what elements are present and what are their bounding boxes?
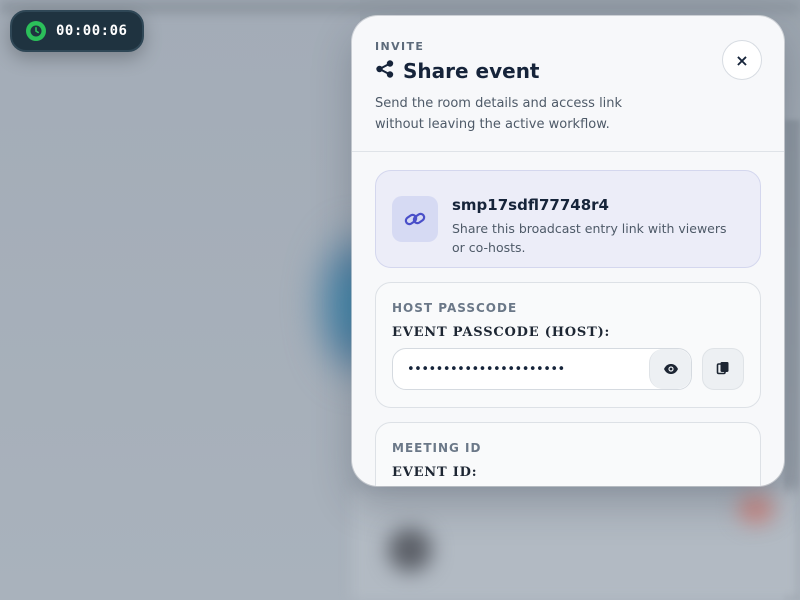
background-blurred-button [388,528,432,572]
close-icon: × [735,50,749,70]
host-passcode-section: HOST PASSCODE EVENT PASSCODE (HOST): [375,282,761,408]
dialog-eyebrow: INVITE [375,40,425,53]
dialog-title: Share event [403,59,540,83]
dialog-title-row: Share event [375,59,762,83]
event-link-description: Share this broadcast entry link with vie… [452,221,727,255]
meeting-id-label: EVENT ID: [392,465,478,480]
background-left-panel [0,0,360,600]
meeting-id-section: MEETING ID EVENT ID: [375,422,761,486]
share-link-card[interactable]: smp17sdfl77748r4 Share this broadcast en… [375,170,761,268]
meeting-id-title: MEETING ID [392,441,482,455]
host-passcode-title: HOST PASSCODE [392,301,518,315]
host-passcode-input[interactable] [393,349,643,389]
dialog-header: INVITE Share event Send the room details… [352,16,784,152]
timer-value: 00:00:06 [56,23,128,39]
close-button[interactable]: × [722,40,762,80]
link-icon [392,196,438,242]
event-link-id: smp17sdfl77748r4 [452,196,609,214]
copy-passcode-button[interactable] [702,348,744,390]
host-passcode-row [392,348,744,390]
host-passcode-field [392,348,692,390]
copy-icon [716,360,730,379]
share-event-dialog: INVITE Share event Send the room details… [352,16,784,486]
background-blurred-indicator [738,494,774,524]
eye-icon [663,360,679,379]
link-text: smp17sdfl77748r4 Share this broadcast en… [452,196,742,257]
clock-icon [26,21,46,41]
host-passcode-label: EVENT PASSCODE (HOST): [392,325,611,340]
elapsed-timer: 00:00:06 [10,10,144,52]
share-icon [375,59,395,83]
dialog-description: Send the room details and access link wi… [375,96,623,132]
reveal-passcode-button[interactable] [649,349,691,389]
